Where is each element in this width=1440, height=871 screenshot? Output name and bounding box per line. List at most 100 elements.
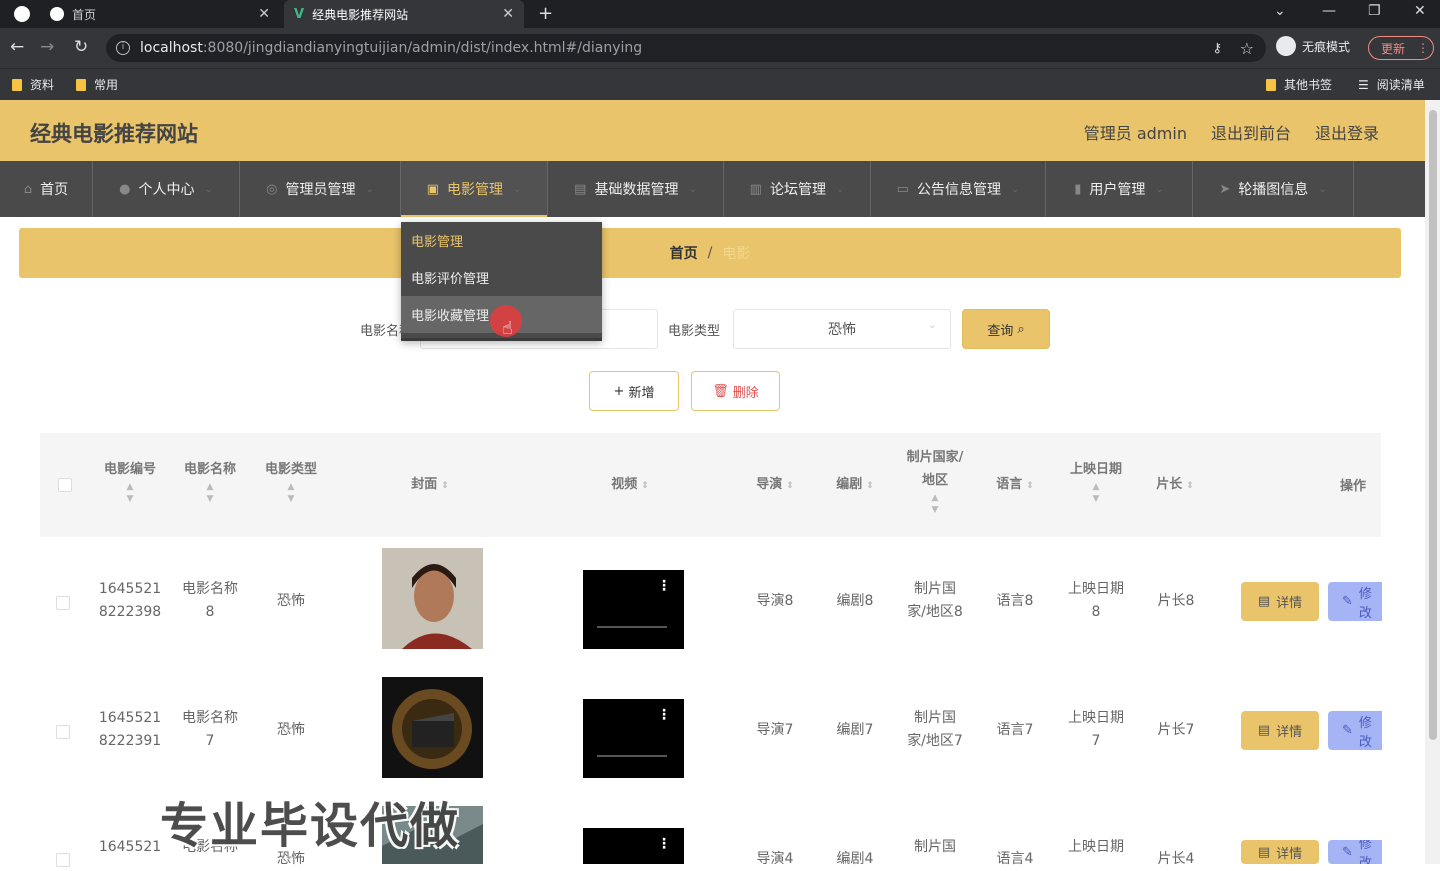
minimize-icon[interactable]: — xyxy=(1322,3,1336,19)
header-length[interactable]: 片长 ⇕ xyxy=(1140,473,1210,498)
row-checkbox[interactable] xyxy=(56,725,70,739)
detail-button[interactable]: ▤ 详情 xyxy=(1241,582,1319,621)
menu-item-users[interactable]: ▮ 用户管理 ⌄ xyxy=(1046,161,1193,217)
logout-link[interactable]: 退出登录 xyxy=(1315,120,1379,144)
sort-icon[interactable]: ▲ ▼ xyxy=(95,481,165,505)
menu-label: 电影管理 xyxy=(446,182,503,198)
bookmark-folder[interactable]: 常用 xyxy=(76,76,118,93)
sort-icon[interactable]: ▲ ▼ xyxy=(256,481,326,505)
cover-image[interactable] xyxy=(382,548,483,649)
detail-label: 详情 xyxy=(1276,725,1303,740)
send-icon: ➤ xyxy=(1219,181,1231,197)
video-player[interactable]: ⋮ xyxy=(583,548,684,649)
header-type[interactable]: 电影类型 ▲ ▼ xyxy=(256,458,326,505)
bookmark-folder[interactable]: 资料 xyxy=(12,76,54,93)
sort-icon[interactable]: ⇕ xyxy=(441,481,449,491)
select-all-checkbox[interactable] xyxy=(58,478,72,492)
menu-item-admins[interactable]: ◎ 管理员管理 ⌄ xyxy=(240,161,401,217)
sort-icon[interactable]: ▲ ▼ xyxy=(1061,481,1131,505)
sort-icon[interactable]: ▲ ▼ xyxy=(902,492,968,516)
video-player[interactable]: ⋮ xyxy=(583,806,684,864)
reload-icon[interactable]: ↻ xyxy=(74,37,88,57)
menu-item-carousel[interactable]: ➤ 轮播图信息 ⌄ xyxy=(1193,161,1354,217)
menu-item-notice[interactable]: ▭ 公告信息管理 ⌄ xyxy=(871,161,1046,217)
forward-icon[interactable]: → xyxy=(40,37,54,57)
tab-search-icon[interactable]: ⌄ xyxy=(1274,3,1286,19)
edit-button[interactable]: ✎ 修改 xyxy=(1328,711,1382,750)
more-icon[interactable]: ⋮ xyxy=(657,578,671,594)
header-date[interactable]: 上映日期 ▲ ▼ xyxy=(1061,458,1131,505)
header-label: 上映日期 xyxy=(1069,462,1122,477)
header-country[interactable]: 制片国家/地区 ▲ ▼ xyxy=(902,446,968,516)
edit-button[interactable]: ✎ 修改 xyxy=(1328,840,1382,864)
menu-item-home[interactable]: ⌂ 首页 xyxy=(0,161,93,217)
key-icon[interactable]: ⚷ xyxy=(1212,41,1222,56)
sort-icon[interactable]: ⇕ xyxy=(786,481,794,491)
header-label: 电影编号 xyxy=(103,462,156,477)
header-video[interactable]: 视频 ⇕ xyxy=(580,473,680,498)
update-button[interactable]: 更新 ⋮ xyxy=(1368,36,1434,60)
sort-icon[interactable]: ⇕ xyxy=(1186,481,1194,491)
more-icon[interactable]: ⋮ xyxy=(657,836,671,852)
restore-icon[interactable]: ❐ xyxy=(1368,3,1381,19)
cell-id: 1645521 8222391 xyxy=(98,710,162,749)
header-director[interactable]: 导演 ⇕ xyxy=(735,473,815,498)
tab-home[interactable]: 首页 ✕ xyxy=(40,0,280,28)
incognito-indicator[interactable]: 无痕模式 xyxy=(1276,36,1350,56)
delete-button[interactable]: 🗑 删除 xyxy=(691,371,780,411)
query-label: 查询 xyxy=(987,323,1014,339)
cell-date: 上映日期 7 xyxy=(1068,710,1124,749)
header-id[interactable]: 电影编号 ▲ ▼ xyxy=(95,458,165,505)
video-progress[interactable] xyxy=(597,626,667,628)
cell-language: 语言7 xyxy=(996,722,1034,738)
header-name[interactable]: 电影名称 ▲ ▼ xyxy=(175,458,245,505)
menu-label: 论坛管理 xyxy=(769,182,826,198)
sort-icon[interactable]: ⇕ xyxy=(1026,481,1034,491)
query-button[interactable]: 查询 ⌕ xyxy=(962,309,1050,349)
sort-icon[interactable]: ⇕ xyxy=(641,481,649,491)
detail-button[interactable]: ▤ 详情 xyxy=(1241,840,1319,864)
sort-icon[interactable]: ⇕ xyxy=(866,481,874,491)
header-cover[interactable]: 封面 ⇕ xyxy=(380,473,480,498)
back-icon[interactable]: ← xyxy=(10,37,24,57)
cell-country: 制片国 xyxy=(914,839,956,855)
menu-item-movies[interactable]: ▣ 电影管理 ⌄ xyxy=(401,161,548,217)
star-icon[interactable]: ☆ xyxy=(1240,39,1254,58)
header-label: 封面 xyxy=(411,477,438,492)
dropdown-item-movies[interactable]: 电影管理 xyxy=(401,222,602,259)
reading-list[interactable]: ☰ 阅读清单 xyxy=(1358,76,1425,93)
cover-image[interactable] xyxy=(382,677,483,778)
edit-button[interactable]: ✎ 修改 xyxy=(1328,582,1382,621)
row-checkbox[interactable] xyxy=(56,596,70,610)
add-button[interactable]: + 新增 xyxy=(589,371,679,411)
menu-label: 基础数据管理 xyxy=(594,182,679,198)
header-language[interactable]: 语言 ⇕ xyxy=(975,473,1055,498)
header-writer[interactable]: 编剧 ⇕ xyxy=(815,473,895,498)
detail-button[interactable]: ▤ 详情 xyxy=(1241,711,1319,750)
close-tab-icon[interactable]: ✕ xyxy=(502,6,514,22)
tab-active[interactable]: V 经典电影推荐网站 ✕ xyxy=(284,0,524,28)
url-input[interactable]: i localhost :8080/jingdiandianyingtuijia… xyxy=(106,34,1266,62)
to-front-link[interactable]: 退出到前台 xyxy=(1211,120,1291,144)
menu-item-profile[interactable]: ● 个人中心 ⌄ xyxy=(93,161,240,217)
cell-director: 导演7 xyxy=(756,722,794,738)
cell-id: 1645521 8222398 xyxy=(98,581,162,620)
row-checkbox[interactable] xyxy=(56,853,70,867)
close-window-icon[interactable]: ✕ xyxy=(1414,3,1426,19)
dropdown-item-reviews[interactable]: 电影评价管理 xyxy=(401,259,602,296)
menu-item-forum[interactable]: ▥ 论坛管理 ⌄ xyxy=(724,161,871,217)
close-tab-icon[interactable]: ✕ xyxy=(258,6,270,22)
document-icon: ▤ xyxy=(1257,594,1271,609)
info-icon[interactable]: i xyxy=(116,41,130,55)
breadcrumb-home[interactable]: 首页 xyxy=(670,243,698,263)
scrollbar-thumb[interactable] xyxy=(1429,110,1437,740)
other-bookmarks[interactable]: 其他书签 xyxy=(1266,76,1332,93)
new-tab-icon[interactable]: + xyxy=(538,3,553,24)
sort-icon[interactable]: ▲ ▼ xyxy=(175,481,245,505)
header-label: 视频 xyxy=(611,477,638,492)
chevron-down-icon: ⌄ xyxy=(1155,183,1164,195)
more-icon[interactable]: ⋮ xyxy=(657,707,671,723)
menu-item-basedata[interactable]: ▤ 基础数据管理 ⌄ xyxy=(548,161,724,217)
video-player[interactable]: ⋮ xyxy=(583,677,684,778)
video-progress[interactable] xyxy=(597,755,667,757)
